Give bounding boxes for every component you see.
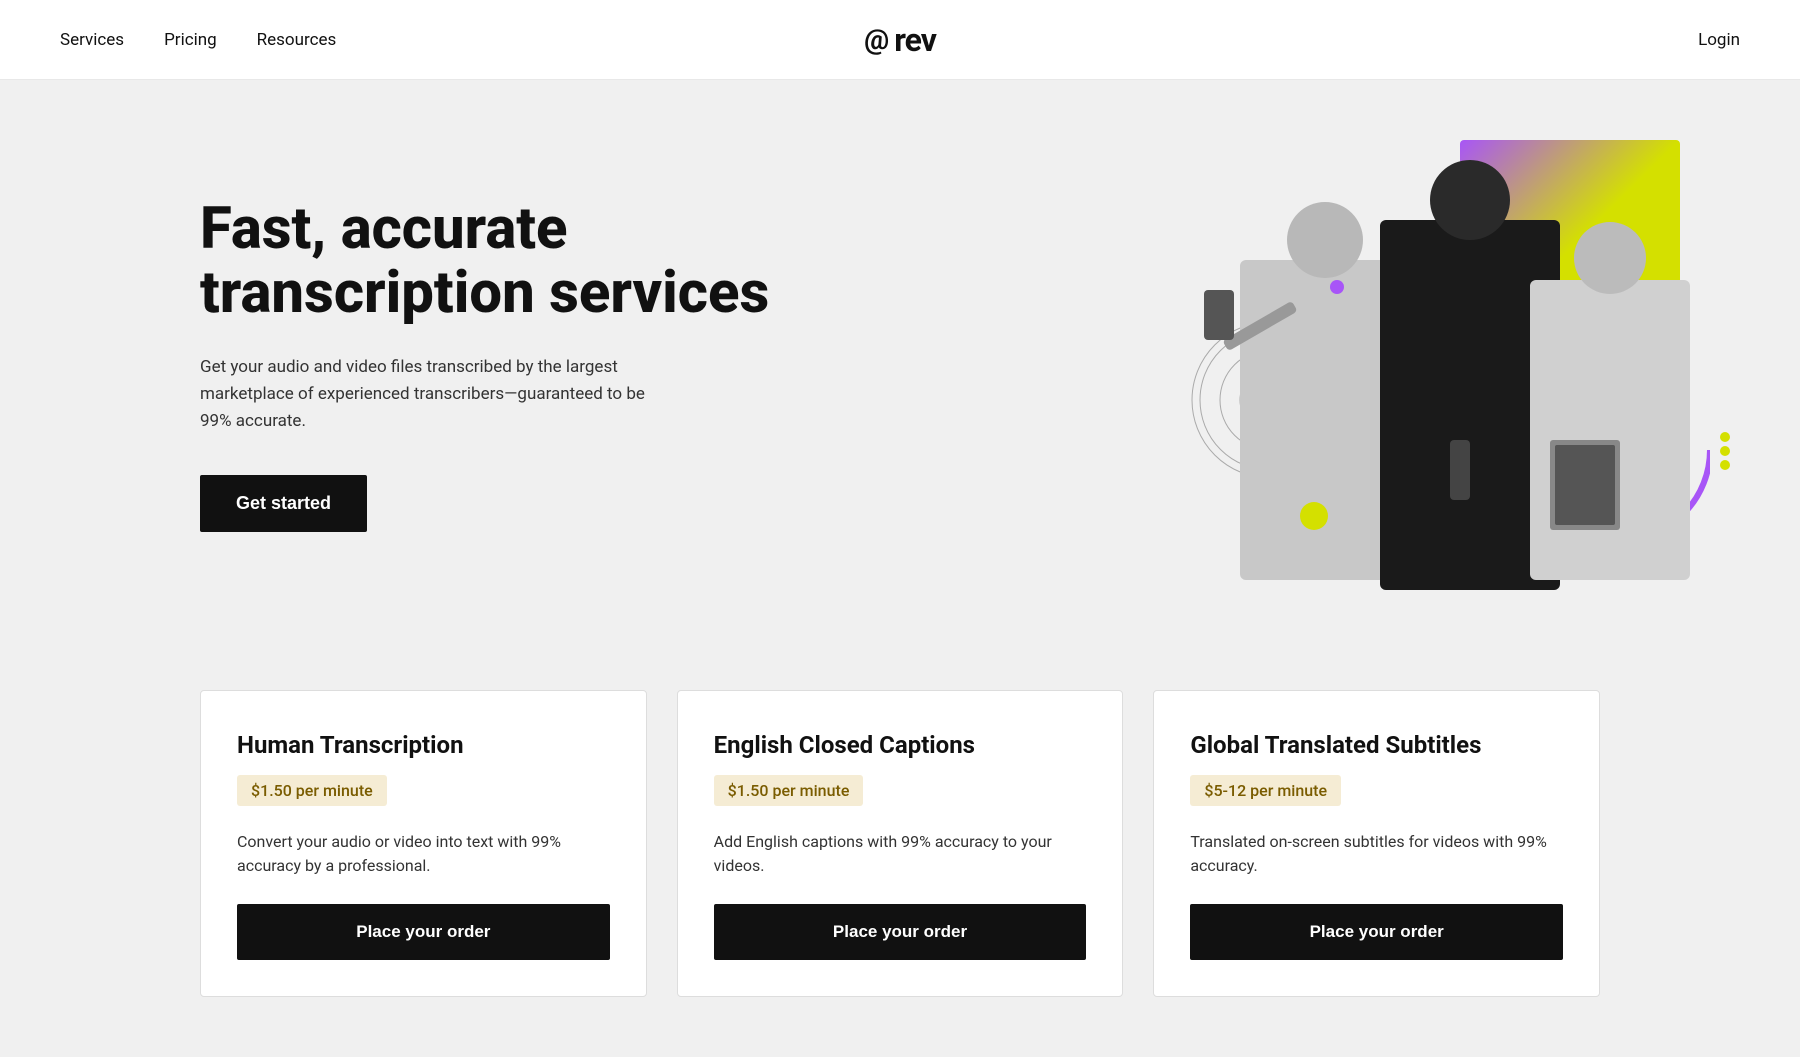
card-title-2: English Closed Captions xyxy=(714,731,1087,759)
card-btn-3[interactable]: Place your order xyxy=(1190,904,1563,960)
yellow-dot-3 xyxy=(1720,460,1730,470)
nav-resources[interactable]: Resources xyxy=(257,30,337,50)
navbar: Services Pricing Resources @ rev Login xyxy=(0,0,1800,80)
nav-services[interactable]: Services xyxy=(60,30,124,50)
get-started-button[interactable]: Get started xyxy=(200,475,367,532)
cards-section: Human Transcription $1.50 per minute Con… xyxy=(0,650,1800,1057)
yellow-dot-1 xyxy=(1720,432,1730,442)
nav-left: Services Pricing Resources xyxy=(60,30,336,50)
logo-text: rev xyxy=(894,21,936,59)
card-english-closed-captions: English Closed Captions $1.50 per minute… xyxy=(677,690,1124,997)
hero-content: Fast, accurate transcription services Ge… xyxy=(200,198,800,532)
card-btn-1[interactable]: Place your order xyxy=(237,904,610,960)
nav-right: Login xyxy=(1698,30,1740,50)
yellow-dot-2 xyxy=(1720,446,1730,456)
card-title-1: Human Transcription xyxy=(237,731,610,759)
logo-at-icon: @ xyxy=(864,23,888,56)
hero-subtitle: Get your audio and video files transcrib… xyxy=(200,354,680,436)
site-logo[interactable]: @ rev xyxy=(864,21,936,59)
card-human-transcription: Human Transcription $1.50 per minute Con… xyxy=(200,690,647,997)
login-link[interactable]: Login xyxy=(1698,30,1740,50)
hero-title: Fast, accurate transcription services xyxy=(200,198,800,326)
nav-pricing[interactable]: Pricing xyxy=(164,30,217,50)
card-desc-2: Add English captions with 99% accuracy t… xyxy=(714,830,1087,878)
hero-section: Fast, accurate transcription services Ge… xyxy=(0,80,1800,650)
card-price-1: $1.50 per minute xyxy=(237,775,387,806)
card-desc-3: Translated on-screen subtitles for video… xyxy=(1190,830,1563,878)
card-btn-2[interactable]: Place your order xyxy=(714,904,1087,960)
purple-dot-small xyxy=(1330,280,1344,294)
hero-image xyxy=(1160,140,1740,590)
card-desc-1: Convert your audio or video into text wi… xyxy=(237,830,610,878)
hero-people xyxy=(1160,140,1740,590)
card-global-translated-subtitles: Global Translated Subtitles $5-12 per mi… xyxy=(1153,690,1600,997)
card-price-2: $1.50 per minute xyxy=(714,775,864,806)
card-title-3: Global Translated Subtitles xyxy=(1190,731,1563,759)
yellow-dot-big xyxy=(1300,502,1328,530)
yellow-dots-cluster xyxy=(1720,432,1730,470)
card-price-3: $5-12 per minute xyxy=(1190,775,1341,806)
